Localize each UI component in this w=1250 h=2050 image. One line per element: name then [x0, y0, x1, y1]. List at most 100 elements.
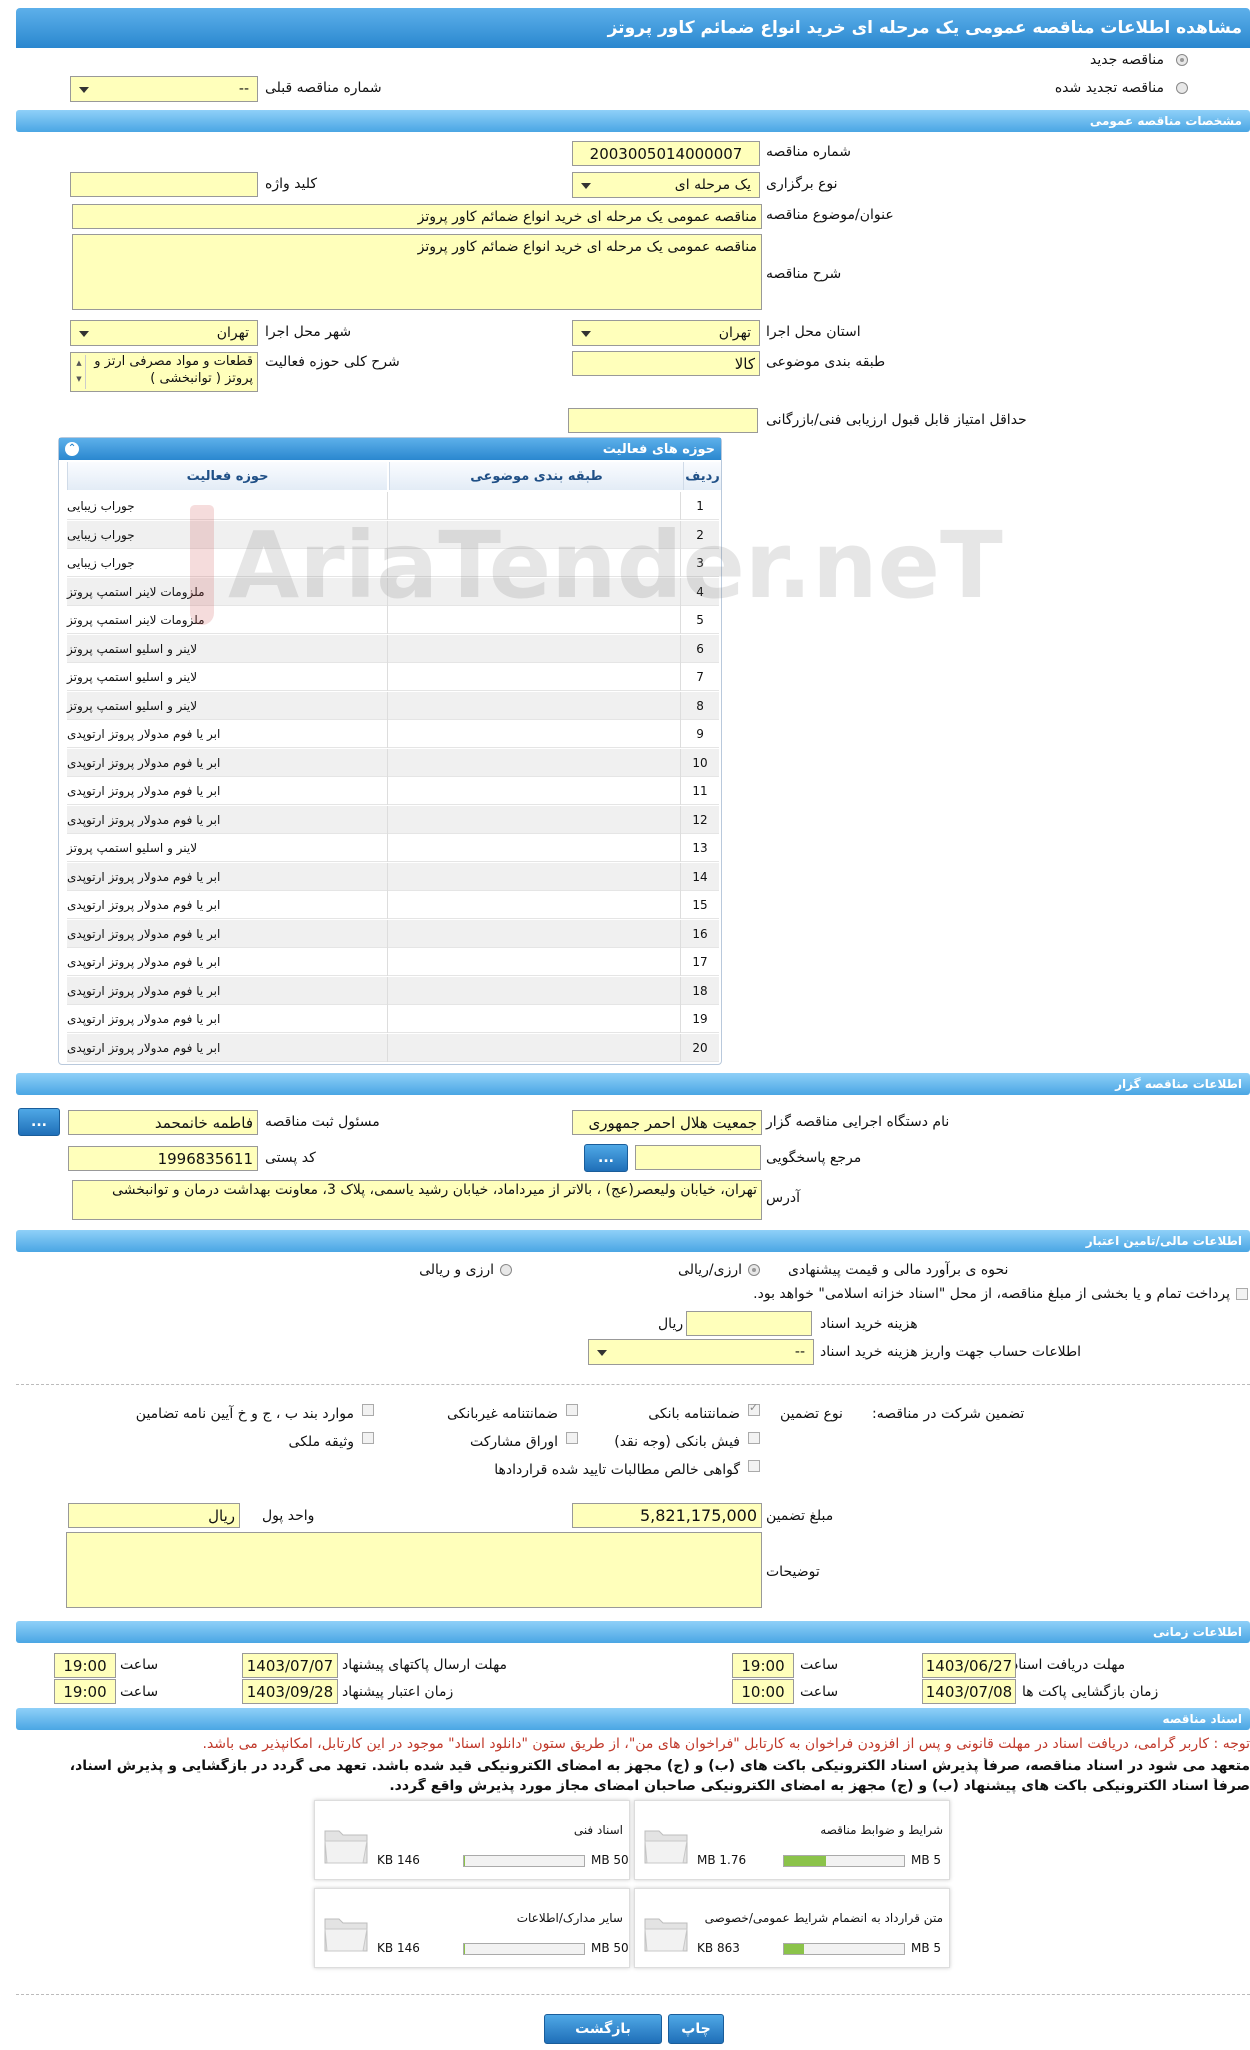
send-date[interactable]: 1403/07/07: [242, 1653, 338, 1678]
ref-lookup-button[interactable]: ...: [584, 1144, 628, 1172]
desc-textarea[interactable]: مناقصه عمومی یک مرحله ای خرید انواع ضمائ…: [72, 234, 762, 310]
doc-receive-time[interactable]: 19:00: [732, 1653, 794, 1678]
prev-number-select[interactable]: --: [70, 76, 258, 102]
table-row[interactable]: 6 لاینر و اسلیو استمپ پروتز: [67, 634, 719, 663]
account-select[interactable]: --: [588, 1339, 814, 1365]
number-field[interactable]: 2003005014000007: [572, 141, 760, 166]
open-date[interactable]: 1403/07/08: [922, 1679, 1016, 1704]
doc-box[interactable]: سایر مدارک/اطلاعات 146 KB 50 MB: [314, 1888, 630, 1968]
radio-currency-rial-label: ارزی/ریالی: [678, 1262, 742, 1278]
page-title: مشاهده اطلاعات مناقصه عمومی یک مرحله ای …: [16, 8, 1250, 48]
row-number: 12: [680, 805, 719, 834]
valid-date[interactable]: 1403/09/28: [242, 1679, 338, 1704]
row-category: [387, 805, 681, 834]
g4-checkbox[interactable]: [748, 1432, 760, 1444]
watermark: AriaTender.neT: [190, 500, 1003, 630]
doc-progress-fill: [784, 1944, 805, 1954]
min-score-field[interactable]: [568, 408, 758, 433]
row-activity: ابر یا فوم مدولار پروتز ارتوپدی: [67, 898, 221, 912]
g5-checkbox[interactable]: [566, 1432, 578, 1444]
category-field[interactable]: کالا: [572, 351, 760, 376]
row-activity: ابر یا فوم مدولار پروتز ارتوپدی: [67, 755, 221, 770]
radio-new-tender[interactable]: [1176, 54, 1188, 66]
keyword-label: کلید واژه: [265, 176, 318, 192]
table-row[interactable]: 20 ابر یا فوم مدولار پروتز ارتوپدی: [67, 1033, 719, 1062]
table-row[interactable]: 10 ابر یا فوم مدولار پروتز ارتوپدی: [67, 748, 719, 777]
table-row[interactable]: 7 لاینر و اسلیو استمپ پروتز: [67, 663, 719, 691]
keyword-field[interactable]: [70, 172, 258, 197]
doc-box[interactable]: شرایط و ضوابط مناقصه 1.76 MB 5 MB: [634, 1800, 950, 1880]
folder-icon: [644, 1830, 688, 1864]
valid-time[interactable]: 19:00: [54, 1679, 116, 1704]
radio-currency-and-rial[interactable]: [500, 1264, 512, 1276]
docs-note-bold-1: متعهد می شود در اسناد مناقصه، صرفاً پذیر…: [69, 1758, 1250, 1774]
address-field[interactable]: تهران، خیابان ولیعصر(عج) ، بالاتر از میر…: [72, 1180, 762, 1220]
g1-checkbox[interactable]: [748, 1401, 760, 1416]
back-button[interactable]: بازگشت: [544, 2014, 662, 2044]
docs-note-bold-2: صرفاً اسناد الکترونیکی باکت های پیشنهاد …: [389, 1778, 1250, 1794]
g7-checkbox[interactable]: [748, 1460, 760, 1472]
scroll-arrows-icon[interactable]: ▲ ▼: [73, 355, 86, 389]
g6-checkbox[interactable]: [362, 1432, 374, 1444]
col-category[interactable]: طبقه بندی موضوعی: [389, 462, 683, 490]
currency-label: واحد پول: [262, 1508, 315, 1524]
section-general: مشخصات مناقصه عمومی: [16, 110, 1250, 132]
table-row[interactable]: 17 ابر یا فوم مدولار پروتز ارتوپدی: [67, 948, 719, 976]
open-time[interactable]: 10:00: [732, 1679, 794, 1704]
amount-field[interactable]: 5,821,175,000: [572, 1503, 762, 1528]
currency-field[interactable]: ریال: [68, 1503, 240, 1528]
g6-label: وثیقه ملکی: [288, 1434, 354, 1450]
table-row[interactable]: 12 ابر یا فوم مدولار پروتز ارتوپدی: [67, 805, 719, 834]
table-row[interactable]: 15 ابر یا فوم مدولار پروتز ارتوپدی: [67, 891, 719, 919]
col-activity[interactable]: حوزه فعالیت: [67, 462, 387, 490]
prev-number-value: --: [238, 81, 249, 97]
treasury-checkbox[interactable]: [1236, 1288, 1248, 1300]
chevron-down-icon: [79, 331, 89, 337]
row-category: [387, 663, 681, 691]
resp-field[interactable]: فاطمه خانمحمد: [68, 1110, 258, 1135]
row-category: [387, 720, 681, 748]
doc-progress-bar: [783, 1943, 905, 1955]
row-number: 13: [680, 834, 719, 862]
table-row[interactable]: 16 ابر یا فوم مدولار پروتز ارتوپدی: [67, 919, 719, 948]
table-row[interactable]: 11 ابر یا فوم مدولار پروتز ارتوپدی: [67, 777, 719, 805]
notes-label: توضیحات: [766, 1564, 820, 1580]
postal-field[interactable]: 1996835611: [68, 1146, 258, 1171]
type-select[interactable]: یک مرحله ای: [572, 172, 760, 198]
ref-label: مرجع پاسخگویی: [766, 1150, 862, 1166]
doc-box[interactable]: اسناد فنی 146 KB 50 MB: [314, 1800, 630, 1880]
resp-lookup-button[interactable]: ...: [18, 1108, 60, 1136]
g2-checkbox[interactable]: [566, 1404, 578, 1416]
collapse-icon[interactable]: ⌃: [65, 442, 79, 456]
row-category: [387, 634, 681, 663]
ref-field[interactable]: [635, 1145, 761, 1170]
print-button[interactable]: چاپ: [668, 2014, 724, 2044]
table-row[interactable]: 8 لاینر و اسلیو استمپ پروتز: [67, 691, 719, 720]
doc-receive-date[interactable]: 1403/06/27: [922, 1653, 1016, 1678]
subject-field[interactable]: مناقصه عمومی یک مرحله ای خرید انواع ضمائ…: [72, 204, 762, 229]
row-number: 8: [680, 691, 719, 720]
table-row[interactable]: 19 ابر یا فوم مدولار پروتز ارتوپدی: [67, 1005, 719, 1033]
row-number: 16: [680, 919, 719, 948]
send-time[interactable]: 19:00: [54, 1653, 116, 1678]
doc-cost-field[interactable]: [686, 1311, 812, 1336]
org-field[interactable]: جمعیت هلال احمر جمهوری: [572, 1110, 762, 1135]
doc-size: 146 KB: [377, 1853, 420, 1867]
radio-renewed-tender[interactable]: [1176, 82, 1188, 94]
grid-header: حوزه های فعالیت ⌃: [59, 438, 721, 460]
table-row[interactable]: 14 ابر یا فوم مدولار پروتز ارتوپدی: [67, 862, 719, 891]
table-row[interactable]: 9 ابر یا فوم مدولار پروتز ارتوپدی: [67, 720, 719, 748]
g3-checkbox[interactable]: [362, 1404, 374, 1416]
g3-label: موارد بند ب ، ج و خ آیین نامه تضامین: [135, 1406, 354, 1422]
col-row[interactable]: ردیف: [683, 462, 721, 490]
notes-textarea[interactable]: [66, 1532, 762, 1608]
doc-box[interactable]: متن قرارداد به انضمام شرایط عمومی/خصوصی 8…: [634, 1888, 950, 1968]
province-select[interactable]: تهران: [572, 320, 760, 346]
radio-currency-rial[interactable]: [748, 1264, 760, 1276]
send-label: مهلت ارسال پاکتهای پیشنهاد: [342, 1657, 508, 1673]
activity-field[interactable]: قطعات و مواد مصرفی ارتز و پروتز ( توانبخ…: [70, 352, 258, 392]
doc-max-size: 50 MB: [591, 1941, 629, 1955]
table-row[interactable]: 18 ابر یا فوم مدولار پروتز ارتوپدی: [67, 976, 719, 1005]
table-row[interactable]: 13 لاینر و اسلیو استمپ پروتز: [67, 834, 719, 862]
city-select[interactable]: تهران: [70, 320, 258, 346]
